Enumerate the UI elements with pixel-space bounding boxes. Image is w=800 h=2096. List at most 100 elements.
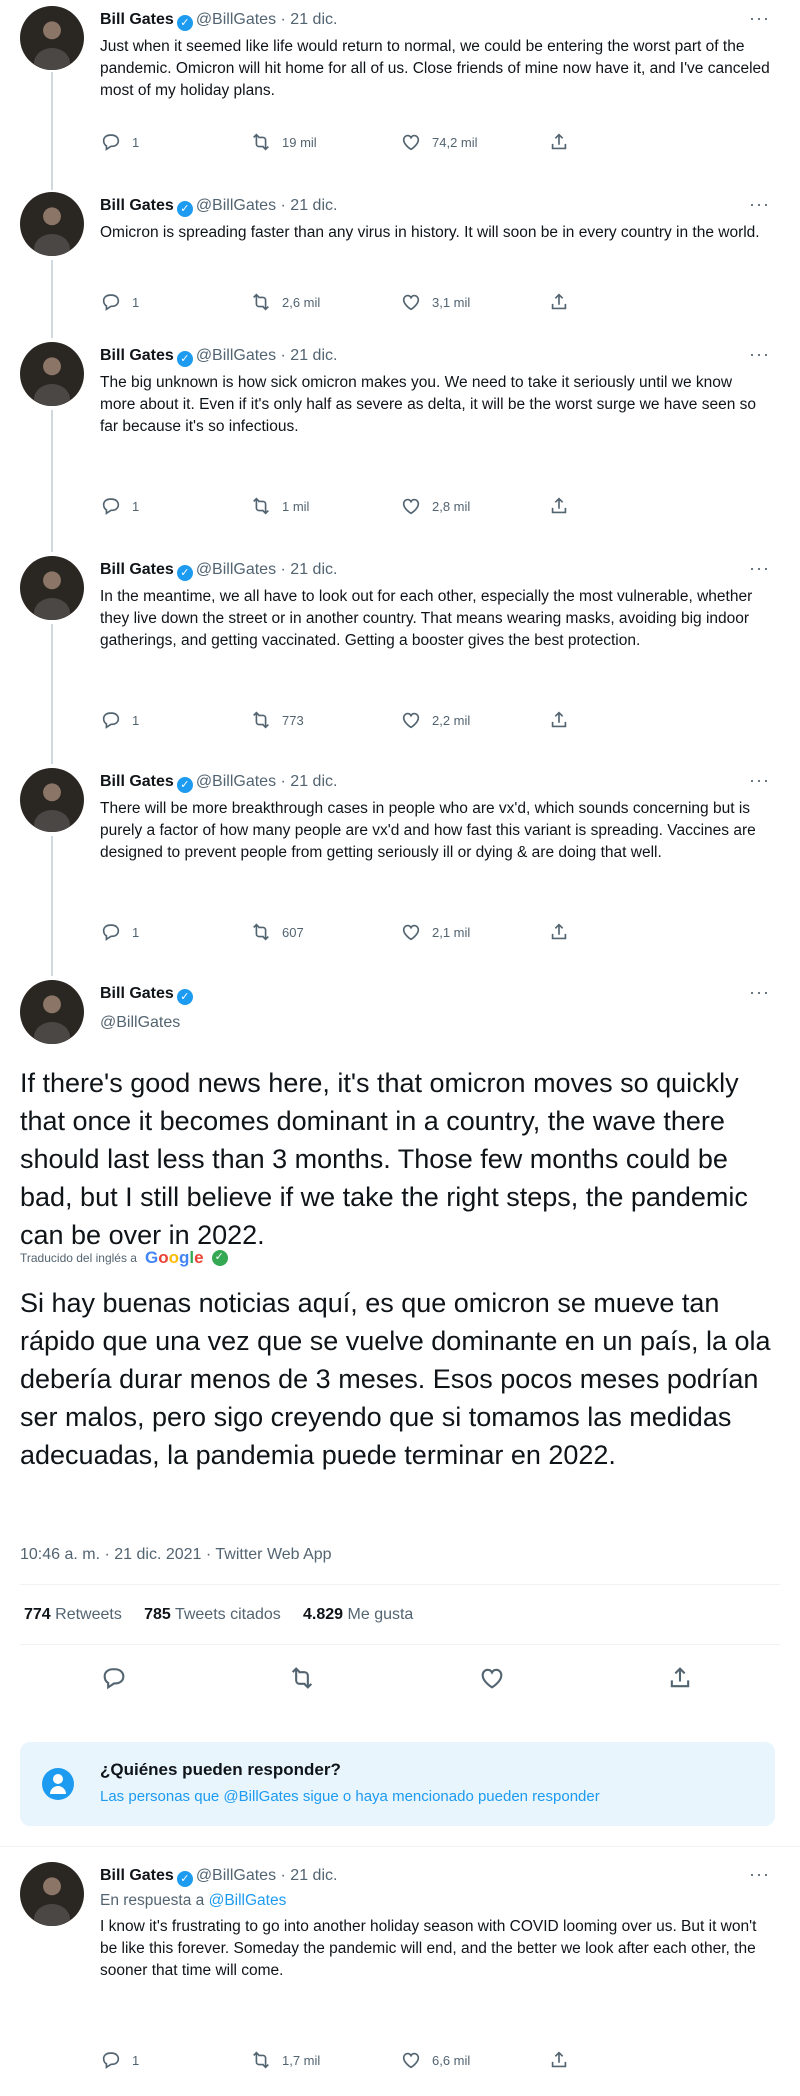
share-button[interactable] bbox=[548, 494, 580, 518]
tweet-actions: 1 2,6 mil 3,1 mil bbox=[100, 290, 680, 314]
retweet-button[interactable]: 607 bbox=[250, 920, 304, 944]
share-button[interactable] bbox=[548, 708, 580, 732]
share-icon bbox=[548, 709, 570, 731]
more-icon[interactable]: ··· bbox=[749, 558, 770, 579]
tweet-date[interactable]: · 21 dic. bbox=[281, 347, 338, 364]
author-name[interactable]: Bill Gates bbox=[100, 773, 174, 790]
tweet-date[interactable]: · 21 dic. bbox=[281, 561, 338, 578]
author-handle[interactable]: @BillGates bbox=[196, 773, 276, 790]
author-handle[interactable]: @BillGates bbox=[100, 1014, 180, 1032]
replying-to-line: En respuesta a @BillGates bbox=[100, 1890, 770, 1912]
reply-button[interactable]: 1 bbox=[100, 2048, 139, 2072]
retweet-count: 773 bbox=[282, 712, 304, 728]
author-name[interactable]: Bill Gates bbox=[100, 561, 174, 578]
avatar[interactable] bbox=[20, 192, 84, 256]
reply-icon bbox=[100, 2049, 122, 2071]
avatar[interactable] bbox=[20, 342, 84, 406]
share-icon[interactable] bbox=[666, 1664, 694, 1692]
author-handle[interactable]: @BillGates bbox=[196, 347, 276, 364]
tweet-date[interactable]: · 21 dic. bbox=[281, 773, 338, 790]
retweet-icon bbox=[250, 291, 272, 313]
author-name[interactable]: Bill Gates bbox=[100, 1867, 174, 1884]
reply-restriction-title: ¿Quiénes pueden responder? bbox=[100, 1760, 341, 1779]
heart-icon[interactable] bbox=[478, 1664, 506, 1692]
more-icon[interactable]: ··· bbox=[749, 8, 770, 29]
thread-tweet[interactable]: Bill Gates ✓ @BillGates · 21 dic. ··· Ther… bbox=[0, 768, 800, 948]
tweet-header: Bill Gates ✓ @BillGates · 21 dic. bbox=[100, 346, 337, 367]
author-name[interactable]: Bill Gates bbox=[100, 197, 174, 214]
author-handle[interactable]: @BillGates bbox=[196, 1867, 276, 1884]
like-count: 2,2 mil bbox=[432, 712, 471, 728]
verified-badge-icon: ✓ bbox=[176, 777, 193, 793]
reply-count: 1 bbox=[132, 924, 140, 940]
translated-by-label: Traducido del inglés a bbox=[20, 1251, 137, 1265]
retweets-stat[interactable]: 774 Retweets bbox=[24, 1606, 122, 1623]
like-button[interactable]: 6,6 mil bbox=[400, 2048, 470, 2072]
share-icon bbox=[548, 921, 570, 943]
thread-tweet[interactable]: Bill Gates ✓ @BillGates · 21 dic. ··· Omic… bbox=[0, 192, 800, 322]
tweet-actions: 1 773 2,2 mil bbox=[100, 708, 680, 732]
tweet-timestamp[interactable]: 10:46 a. m. · 21 dic. 2021 · Twitter Web… bbox=[20, 1546, 332, 1564]
like-button[interactable]: 2,8 mil bbox=[400, 494, 470, 518]
tweet-actions: 1 1,7 mil 6,6 mil bbox=[100, 2048, 680, 2072]
author-handle[interactable]: @BillGates bbox=[196, 197, 276, 214]
tweet-date[interactable]: · 21 dic. bbox=[281, 1867, 338, 1884]
translation-settings-icon[interactable] bbox=[211, 1250, 228, 1266]
share-button[interactable] bbox=[548, 290, 580, 314]
reply-icon[interactable] bbox=[100, 1664, 128, 1692]
like-button[interactable]: 3,1 mil bbox=[400, 290, 470, 314]
quotes-stat[interactable]: 785 Tweets citados bbox=[144, 1606, 281, 1623]
reply-button[interactable]: 1 bbox=[100, 130, 139, 154]
more-icon[interactable]: ··· bbox=[749, 344, 770, 365]
retweet-button[interactable]: 1,7 mil bbox=[250, 2048, 320, 2072]
share-icon bbox=[548, 495, 570, 517]
avatar[interactable] bbox=[20, 1862, 84, 1926]
thread-tweet[interactable]: Bill Gates ✓ @BillGates · 21 dic. ··· In t… bbox=[0, 556, 800, 736]
share-button[interactable] bbox=[548, 920, 580, 944]
more-icon[interactable]: ··· bbox=[749, 770, 770, 791]
replying-to-link[interactable]: @BillGates bbox=[209, 1892, 287, 1909]
reply-button[interactable]: 1 bbox=[100, 920, 139, 944]
tweet-header: Bill Gates ✓ @BillGates · 21 dic. bbox=[100, 560, 337, 581]
share-button[interactable] bbox=[548, 130, 580, 154]
reply-button[interactable]: 1 bbox=[100, 290, 139, 314]
like-button[interactable]: 2,2 mil bbox=[400, 708, 470, 732]
more-icon[interactable]: ··· bbox=[749, 1864, 770, 1885]
more-icon[interactable]: ··· bbox=[749, 982, 770, 1003]
avatar[interactable] bbox=[20, 6, 84, 70]
google-logo[interactable]: Google bbox=[145, 1248, 204, 1268]
avatar[interactable] bbox=[20, 980, 84, 1044]
author-name[interactable]: Bill Gates bbox=[100, 985, 174, 1002]
avatar[interactable] bbox=[20, 556, 84, 620]
reply-icon bbox=[100, 709, 122, 731]
author-handle[interactable]: @BillGates bbox=[196, 11, 276, 28]
likes-stat[interactable]: 4.829 Me gusta bbox=[303, 1606, 413, 1623]
reply-tweet[interactable]: Bill Gates ✓ @BillGates · 21 dic. ··· En r… bbox=[0, 1862, 800, 2082]
retweet-button[interactable]: 773 bbox=[250, 708, 304, 732]
author-handle[interactable]: @BillGates bbox=[196, 561, 276, 578]
retweet-button[interactable]: 1 mil bbox=[250, 494, 309, 518]
tweet-date[interactable]: · 21 dic. bbox=[281, 197, 338, 214]
more-icon[interactable]: ··· bbox=[749, 194, 770, 215]
reply-count: 1 bbox=[132, 2052, 140, 2068]
like-button[interactable]: 74,2 mil bbox=[400, 130, 478, 154]
retweet-button[interactable]: 19 mil bbox=[250, 130, 317, 154]
reply-restriction-notice[interactable]: ¿Quiénes pueden responder? Las personas … bbox=[20, 1742, 775, 1826]
replying-to-label: En respuesta a bbox=[100, 1892, 205, 1909]
retweet-button[interactable]: 2,6 mil bbox=[250, 290, 320, 314]
thread-tweet[interactable]: Bill Gates ✓ @BillGates · 21 dic. ··· The … bbox=[0, 342, 800, 522]
reply-button[interactable]: 1 bbox=[100, 708, 139, 732]
avatar[interactable] bbox=[20, 768, 84, 832]
like-button[interactable]: 2,1 mil bbox=[400, 920, 470, 944]
share-button[interactable] bbox=[548, 2048, 580, 2072]
tweet-date[interactable]: · 21 dic. bbox=[281, 11, 338, 28]
thread-tweet[interactable]: Bill Gates ✓ @BillGates · 21 dic. ··· Just… bbox=[0, 6, 800, 166]
author-name[interactable]: Bill Gates bbox=[100, 347, 174, 364]
retweet-icon bbox=[250, 921, 272, 943]
retweet-icon[interactable] bbox=[288, 1664, 316, 1692]
reply-button[interactable]: 1 bbox=[100, 494, 139, 518]
author-name[interactable]: Bill Gates bbox=[100, 11, 174, 28]
tweet-text: The big unknown is how sick omicron make… bbox=[100, 374, 757, 435]
retweet-icon bbox=[250, 2049, 272, 2071]
tweet-header: Bill Gates ✓ @BillGates · 21 dic. bbox=[100, 1866, 337, 1887]
